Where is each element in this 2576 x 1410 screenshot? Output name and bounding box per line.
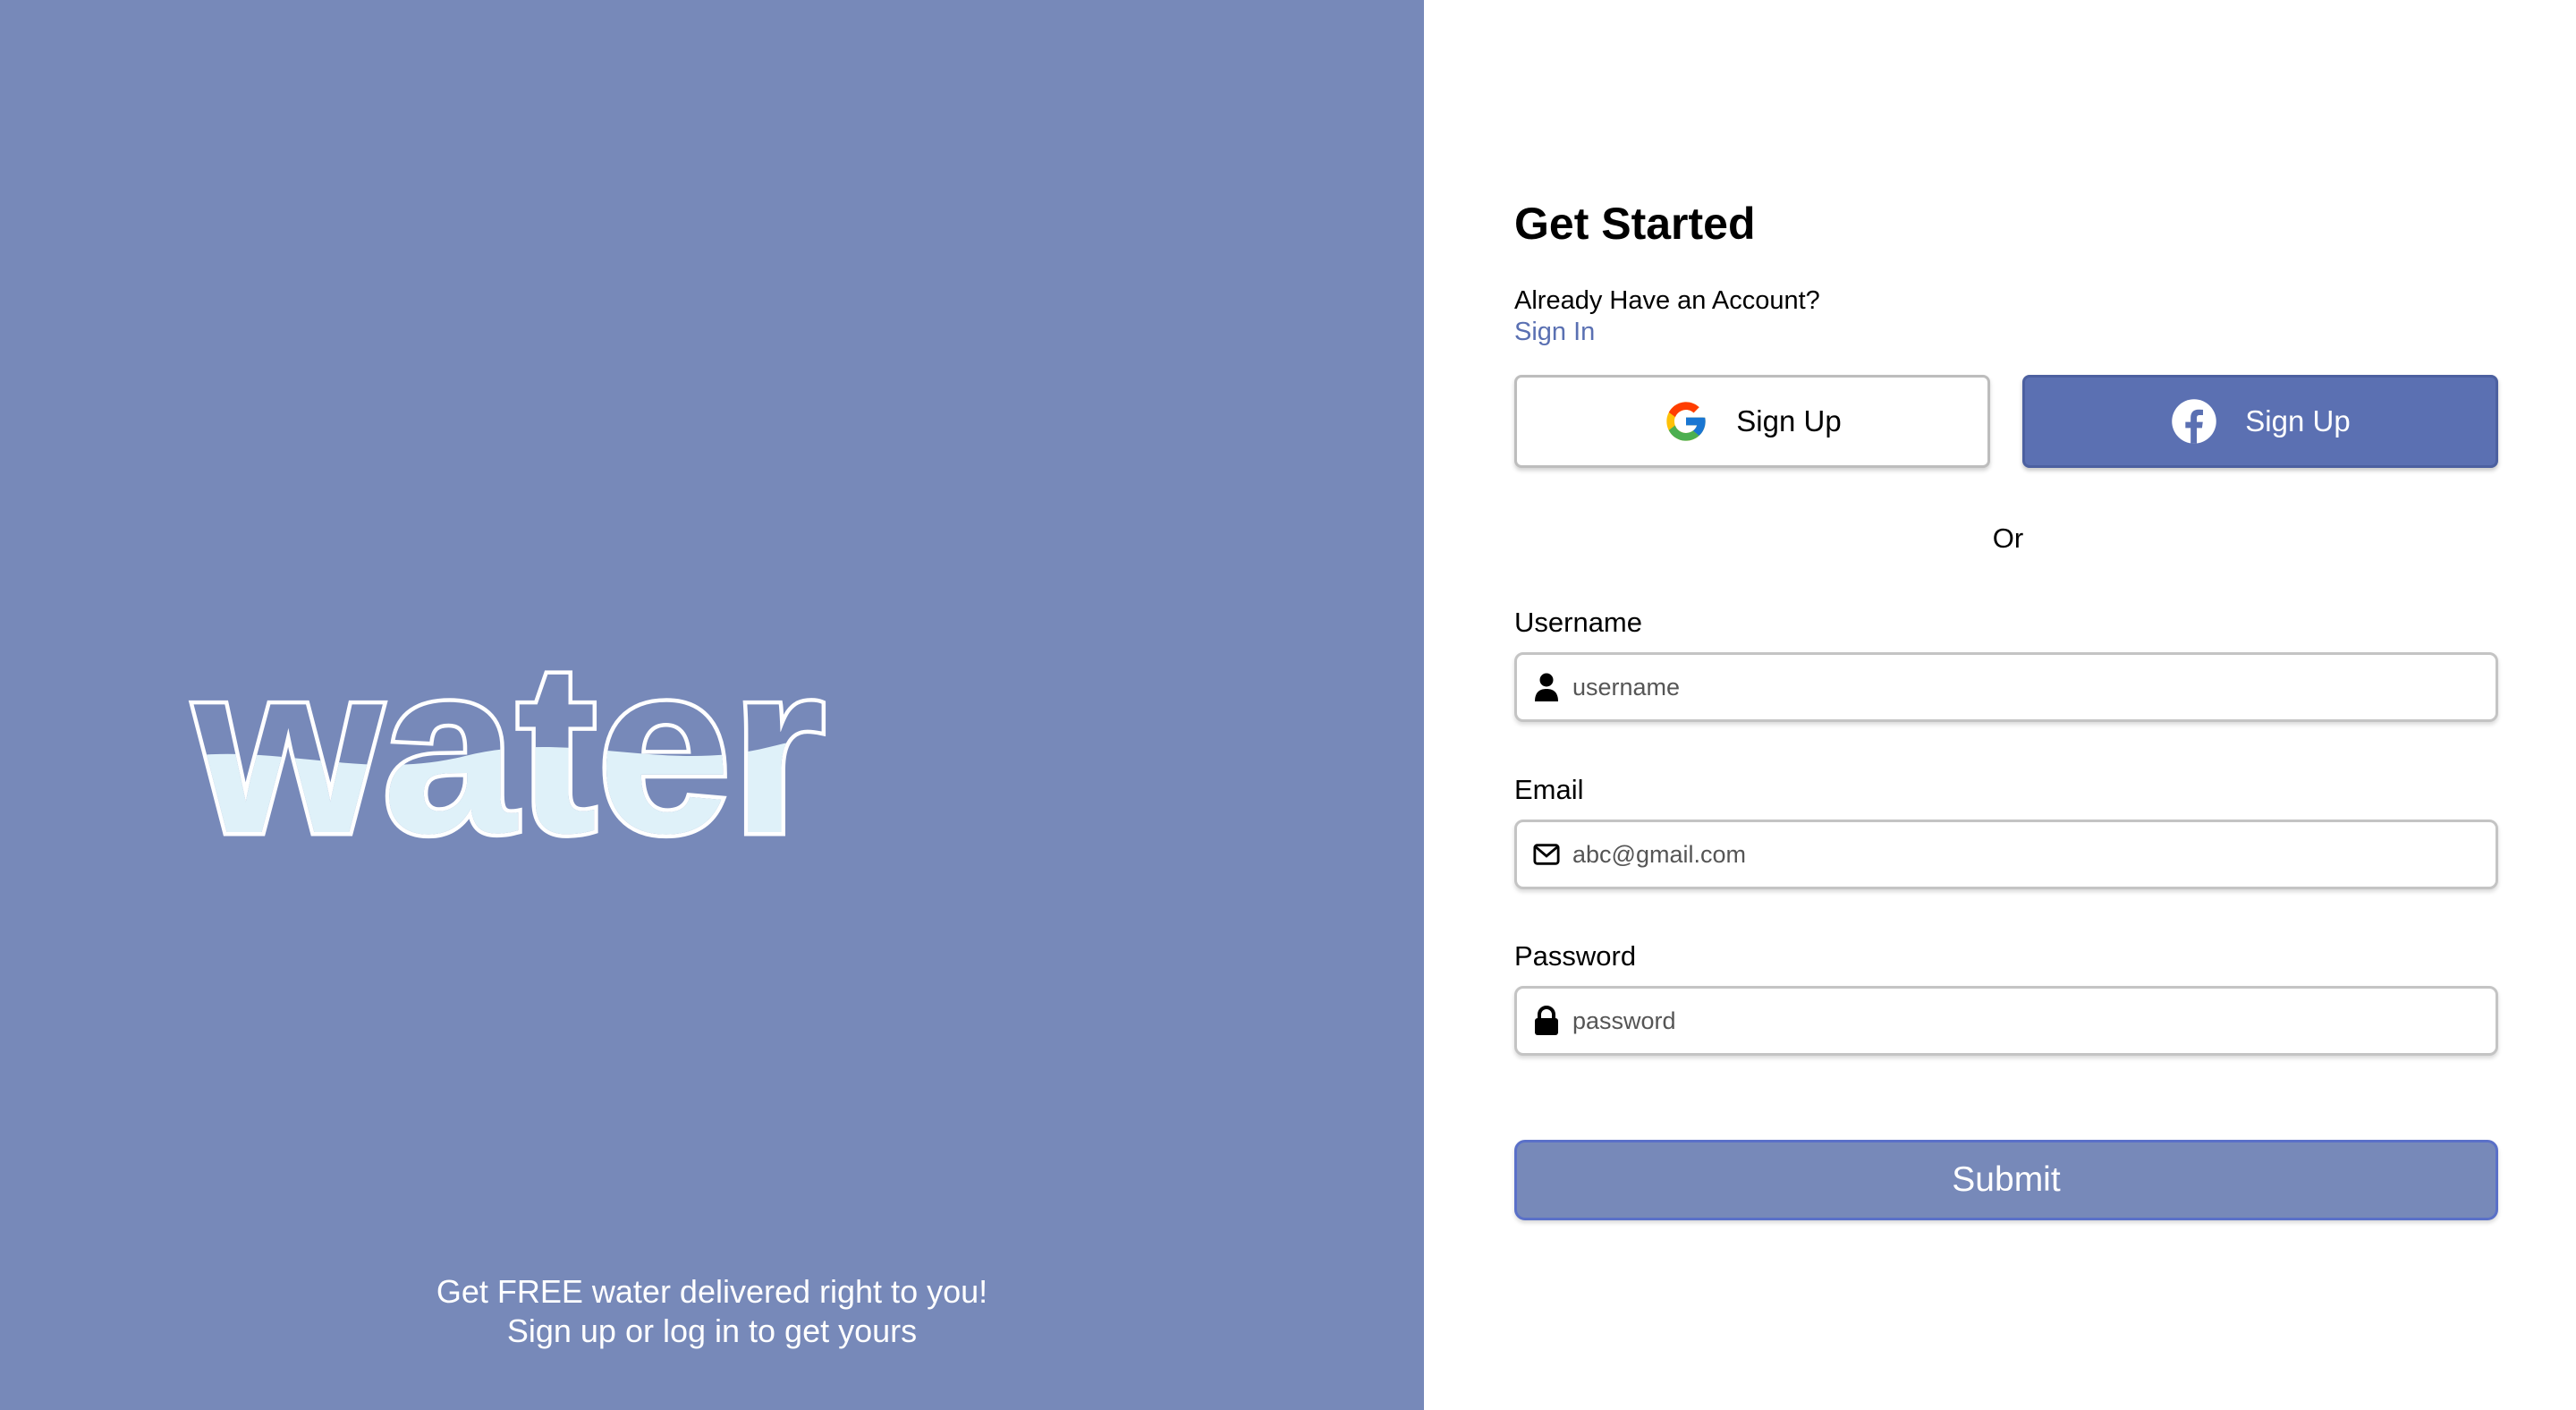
sign-in-link[interactable]: Sign In — [1514, 316, 1595, 348]
tagline-line-1: Get FREE water delivered right to you! — [436, 1273, 988, 1310]
password-label: Password — [1514, 940, 1637, 972]
water-logo: .logo-txt { font-family: "Liberation San… — [187, 626, 830, 859]
email-input[interactable] — [1572, 828, 2496, 881]
google-signup-button[interactable]: Sign Up — [1514, 375, 1990, 468]
email-field[interactable] — [1514, 820, 2498, 889]
facebook-signup-button[interactable]: Sign Up — [2022, 375, 2498, 468]
facebook-signup-label: Sign Up — [2245, 404, 2351, 437]
envelope-icon — [1533, 839, 1560, 870]
user-icon — [1533, 672, 1560, 702]
password-field[interactable] — [1514, 986, 2498, 1056]
google-signup-label: Sign Up — [1736, 404, 1842, 437]
page-title: Get Started — [1514, 199, 1756, 249]
username-input[interactable] — [1572, 660, 2496, 714]
tagline: Get FREE water delivered right to you! S… — [0, 1272, 1424, 1351]
or-divider: Or — [1992, 522, 2024, 554]
email-label: Email — [1514, 774, 1584, 805]
lock-icon — [1533, 1006, 1560, 1036]
submit-button[interactable]: Submit — [1514, 1140, 2498, 1220]
tagline-line-2: Sign up or log in to get yours — [506, 1312, 918, 1349]
brand-panel: .logo-txt { font-family: "Liberation San… — [0, 0, 1424, 1410]
password-input[interactable] — [1572, 994, 2496, 1048]
google-icon — [1666, 402, 1706, 441]
username-field[interactable] — [1514, 652, 2498, 722]
already-account-text: Already Have an Account? — [1514, 286, 1820, 315]
username-label: Username — [1514, 607, 1642, 638]
facebook-icon — [2172, 399, 2217, 444]
